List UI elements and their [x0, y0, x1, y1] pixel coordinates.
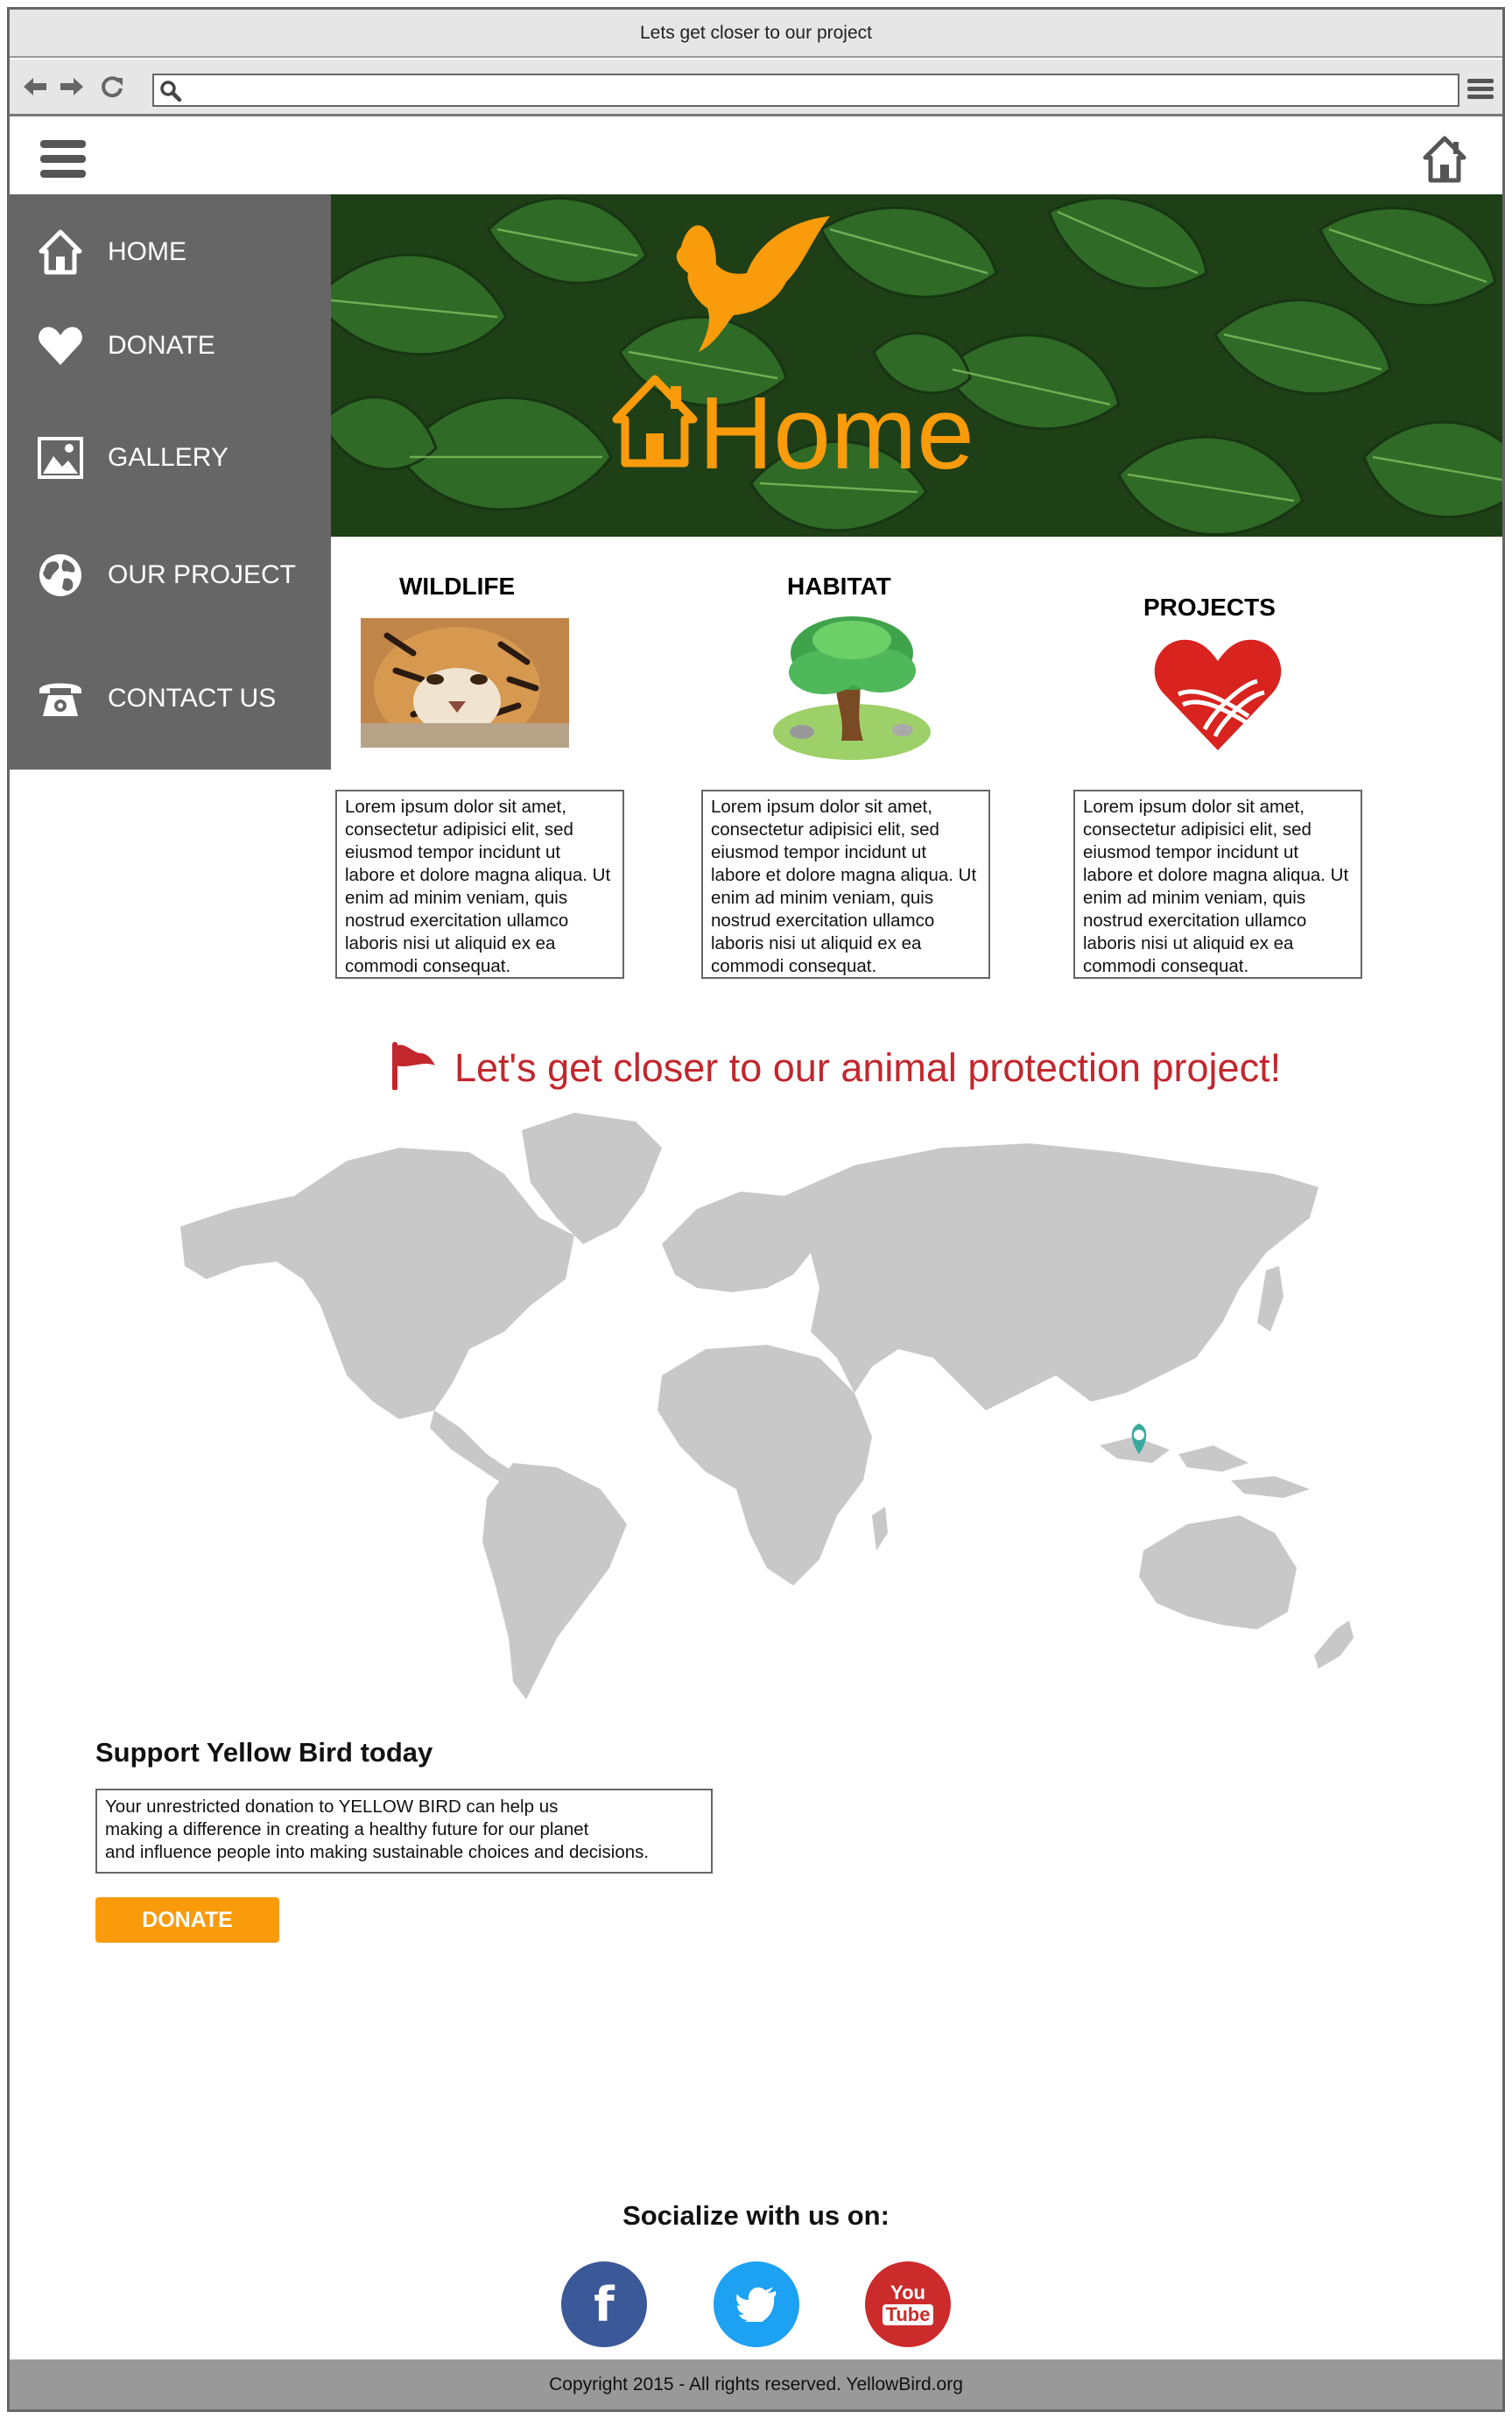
footer: Copyright 2015 - All rights reserved. Ye…: [10, 2359, 1502, 2409]
sidebar-item-label: CONTACT US: [108, 684, 277, 713]
globe-icon: [36, 551, 85, 600]
forward-arrow-icon[interactable]: [59, 74, 85, 100]
sidebar-nav: HOME DONATE GALLERY OUR PROJECT CONTACT …: [10, 194, 331, 770]
tiger-image: [361, 618, 569, 748]
sidebar-item-label: OUR PROJECT: [108, 560, 297, 589]
sidebar-item-our-project[interactable]: OUR PROJECT: [10, 540, 331, 610]
facebook-icon[interactable]: f: [561, 2261, 647, 2347]
telephone-icon: [36, 674, 85, 723]
tree-image: [771, 609, 933, 767]
window-titlebar: Lets get closer to our project: [10, 10, 1502, 58]
home-icon: [36, 228, 85, 277]
address-bar[interactable]: [152, 74, 1459, 107]
youtube-glyph: You Tube: [882, 2282, 934, 2325]
copyright-text: Copyright 2015 - All rights reserved. Ye…: [549, 2373, 963, 2394]
projects-title: PROJECTS: [1143, 594, 1276, 621]
page-header: [10, 119, 1502, 194]
sidebar-item-contact-us[interactable]: CONTACT US: [10, 664, 331, 734]
search-icon: [159, 80, 182, 107]
sidebar-item-home[interactable]: HOME: [10, 217, 331, 287]
youtube-icon[interactable]: You Tube: [865, 2261, 951, 2347]
hero-title: Home: [611, 374, 974, 493]
sidebar-item-label: GALLERY: [108, 443, 229, 472]
support-text: Your unrestricted donation to YELLOW BIR…: [95, 1789, 713, 1874]
window-title: Lets get closer to our project: [640, 22, 872, 43]
wildlife-text: Lorem ipsum dolor sit amet, consectetur …: [335, 790, 624, 979]
support-title: Support Yellow Bird today: [95, 1737, 433, 1768]
habitat-text: Lorem ipsum dolor sit amet, consectetur …: [701, 790, 990, 979]
home-icon: [611, 374, 699, 493]
back-arrow-icon[interactable]: [22, 74, 48, 100]
habitat-title: HABITAT: [787, 573, 891, 600]
facebook-glyph: f: [594, 2276, 615, 2332]
wildlife-title: WILDLIFE: [399, 573, 516, 600]
campaign-headline-text: Let's get closer to our animal protectio…: [454, 1044, 1282, 1090]
sidebar-item-label: HOME: [108, 237, 186, 266]
yellow-bird-logo-icon: [664, 212, 839, 365]
youtube-glyph-bottom: Tube: [882, 2304, 934, 2325]
hamburger-menu-icon[interactable]: [40, 137, 86, 186]
reload-icon[interactable]: [99, 74, 125, 100]
browser-window: Lets get closer to our project HOME DONA…: [7, 7, 1505, 2412]
sidebar-item-gallery[interactable]: GALLERY: [10, 423, 331, 493]
social-title: Socialize with us on:: [622, 2200, 890, 2231]
sidebar-item-label: DONATE: [108, 331, 215, 360]
hero-banner: Home: [331, 194, 1502, 537]
projects-text: Lorem ipsum dolor sit amet, consectetur …: [1073, 790, 1362, 979]
image-icon: [36, 433, 85, 482]
flag-icon: [388, 1041, 437, 1094]
heart-icon: [36, 321, 85, 370]
hero-title-text: Home: [699, 376, 974, 491]
helping-hands-heart-icon: [1152, 633, 1283, 758]
twitter-icon[interactable]: [714, 2261, 799, 2347]
youtube-glyph-top: You: [890, 2282, 925, 2303]
menu-icon[interactable]: [1467, 77, 1494, 104]
home-icon[interactable]: [1422, 135, 1467, 188]
campaign-headline: Let's get closer to our animal protectio…: [388, 1041, 1281, 1094]
world-map: [172, 1113, 1362, 1712]
sidebar-item-donate[interactable]: DONATE: [10, 311, 331, 381]
browser-toolbar: [10, 60, 1502, 116]
donate-button[interactable]: DONATE: [95, 1897, 279, 1943]
